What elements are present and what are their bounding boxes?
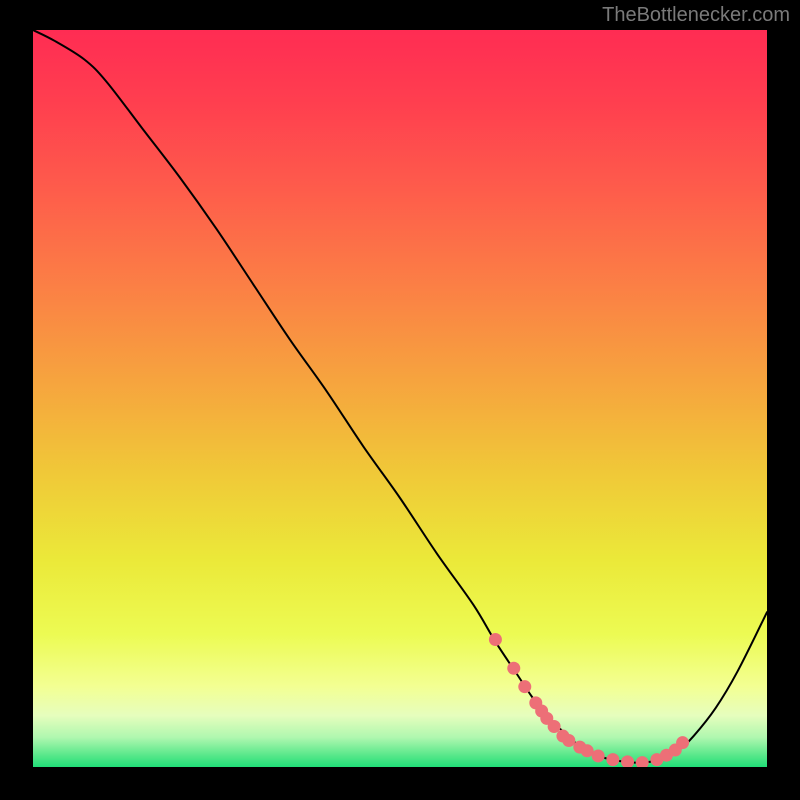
marker-dot: [518, 680, 531, 693]
marker-dot: [507, 662, 520, 675]
marker-dot: [676, 736, 689, 749]
marker-dot: [489, 633, 502, 646]
marker-dot: [592, 749, 605, 762]
marker-dot: [548, 720, 561, 733]
marker-dot: [562, 734, 575, 747]
chart-svg: [33, 30, 767, 767]
marker-dot: [606, 753, 619, 766]
chart-plot-area: [33, 30, 767, 767]
attribution-text: TheBottlenecker.com: [602, 4, 790, 27]
